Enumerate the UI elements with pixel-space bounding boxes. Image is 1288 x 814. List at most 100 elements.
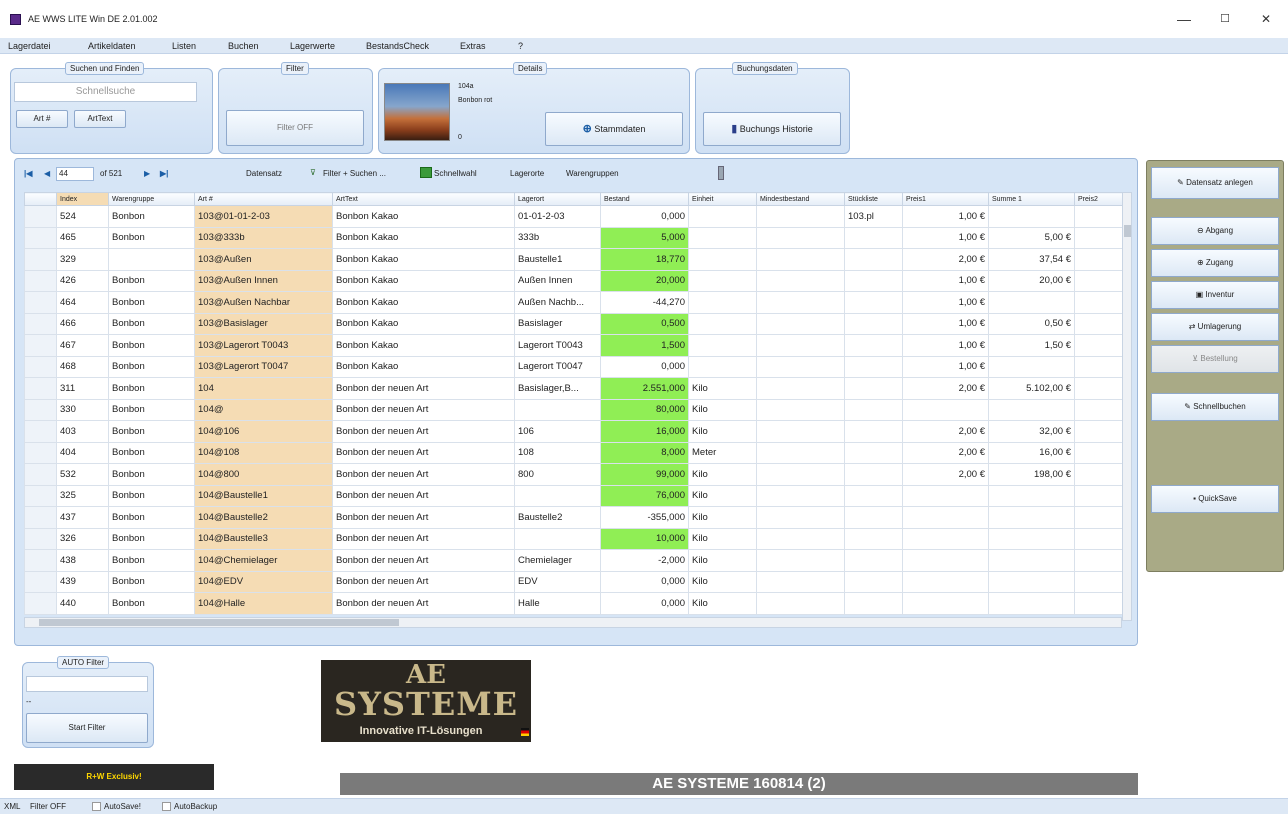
bestellung-button[interactable]: ⊻ Bestellung	[1151, 345, 1279, 373]
table-cell[interactable]	[1074, 398, 1125, 421]
table-cell[interactable]	[1074, 377, 1125, 400]
table-cell[interactable]	[1074, 527, 1125, 550]
table-cell[interactable]: 5,00 €	[988, 226, 1075, 249]
column-header[interactable]: Index	[56, 192, 109, 206]
table-cell[interactable]	[756, 570, 845, 593]
table-cell[interactable]: 103@Basislager	[194, 312, 333, 335]
table-cell[interactable]: Bonbon	[108, 549, 195, 572]
table-cell[interactable]: Kilo	[688, 420, 757, 443]
table-cell[interactable]: Kilo	[688, 592, 757, 615]
table-cell[interactable]	[988, 355, 1075, 378]
table-cell[interactable]: Bonbon Kakao	[332, 248, 515, 271]
table-cell[interactable]: 2,00 €	[902, 463, 989, 486]
row-selector[interactable]	[24, 484, 57, 507]
table-cell[interactable]: Bonbon	[108, 506, 195, 529]
last-record-icon[interactable]: ▶|	[160, 169, 168, 178]
table-cell[interactable]	[688, 205, 757, 228]
table-cell[interactable]: 440	[56, 592, 109, 615]
table-cell[interactable]: Baustelle1	[514, 248, 601, 271]
table-cell[interactable]: 1,00 €	[902, 205, 989, 228]
table-cell[interactable]: 8,000	[600, 441, 689, 464]
table-cell[interactable]: 333b	[514, 226, 601, 249]
table-cell[interactable]: 1,500	[600, 334, 689, 357]
table-cell[interactable]: Meter	[688, 441, 757, 464]
table-cell[interactable]: 465	[56, 226, 109, 249]
column-header[interactable]: Art #	[194, 192, 333, 206]
table-cell[interactable]: Bonbon der neuen Art	[332, 377, 515, 400]
table-cell[interactable]	[756, 355, 845, 378]
table-cell[interactable]	[844, 484, 903, 507]
table-cell[interactable]: 103@Außen Nachbar	[194, 291, 333, 314]
schnellwahl-button[interactable]: Schnellwahl	[434, 169, 477, 178]
table-cell[interactable]: Bonbon Kakao	[332, 312, 515, 335]
table-cell[interactable]: 1,00 €	[902, 291, 989, 314]
table-cell[interactable]: Bonbon Kakao	[332, 291, 515, 314]
table-cell[interactable]: Kilo	[688, 527, 757, 550]
table-cell[interactable]: 524	[56, 205, 109, 228]
vertical-scrollbar[interactable]	[1122, 192, 1132, 621]
table-row[interactable]: 466 Bonbon 103@Basislager Bonbon Kakao Basis…	[24, 312, 1125, 335]
table-cell[interactable]	[988, 205, 1075, 228]
table-cell[interactable]: Basislager	[514, 312, 601, 335]
table-cell[interactable]: 80,000	[600, 398, 689, 421]
table-cell[interactable]	[756, 312, 845, 335]
table-cell[interactable]: 439	[56, 570, 109, 593]
table-cell[interactable]: Außen Innen	[514, 269, 601, 292]
table-cell[interactable]	[756, 205, 845, 228]
table-cell[interactable]: 2,00 €	[902, 248, 989, 271]
vertical-scrollbar-thumb[interactable]	[1124, 225, 1131, 237]
table-cell[interactable]: 104@106	[194, 420, 333, 443]
column-header[interactable]: Mindestbestand	[756, 192, 845, 206]
table-cell[interactable]: EDV	[514, 570, 601, 593]
table-cell[interactable]	[108, 248, 195, 271]
table-cell[interactable]: -2,000	[600, 549, 689, 572]
table-cell[interactable]: -355,000	[600, 506, 689, 529]
table-cell[interactable]	[756, 420, 845, 443]
table-cell[interactable]: 326	[56, 527, 109, 550]
table-cell[interactable]: 104@Chemielager	[194, 549, 333, 572]
column-header[interactable]: ArtText	[332, 192, 515, 206]
table-row[interactable]: 329 103@Außen Bonbon Kakao Baustelle1 18,770…	[24, 248, 1125, 271]
table-cell[interactable]	[1074, 334, 1125, 357]
table-cell[interactable]	[688, 269, 757, 292]
table-cell[interactable]	[844, 398, 903, 421]
table-cell[interactable]	[902, 506, 989, 529]
table-row[interactable]: 439 Bonbon 104@EDV Bonbon der neuen Art EDV 0…	[24, 570, 1125, 593]
table-cell[interactable]	[756, 398, 845, 421]
table-cell[interactable]: 20,000	[600, 269, 689, 292]
table-cell[interactable]: Baustelle2	[514, 506, 601, 529]
table-row[interactable]: 330 Bonbon 104@ Bonbon der neuen Art 80,000 K…	[24, 398, 1125, 421]
table-cell[interactable]: 103@Lagerort T0043	[194, 334, 333, 357]
table-cell[interactable]: 0,000	[600, 355, 689, 378]
abgang-button[interactable]: ⊖ Abgang	[1151, 217, 1279, 245]
table-cell[interactable]: 2,00 €	[902, 420, 989, 443]
menu-help[interactable]: ?	[518, 41, 523, 51]
table-cell[interactable]: Bonbon der neuen Art	[332, 463, 515, 486]
quicksave-button[interactable]: ▪ QuickSave	[1151, 485, 1279, 513]
row-selector[interactable]	[24, 248, 57, 271]
table-cell[interactable]: 104@EDV	[194, 570, 333, 593]
table-cell[interactable]: 1,00 €	[902, 334, 989, 357]
row-selector[interactable]	[24, 527, 57, 550]
table-cell[interactable]	[844, 570, 903, 593]
table-cell[interactable]: 0,500	[600, 312, 689, 335]
row-selector[interactable]	[24, 377, 57, 400]
row-selector[interactable]	[24, 506, 57, 529]
table-cell[interactable]: 104@Baustelle2	[194, 506, 333, 529]
table-cell[interactable]	[844, 506, 903, 529]
table-cell[interactable]: Bonbon	[108, 398, 195, 421]
table-cell[interactable]: Bonbon	[108, 570, 195, 593]
table-cell[interactable]	[756, 248, 845, 271]
table-cell[interactable]	[1074, 484, 1125, 507]
table-cell[interactable]: Bonbon der neuen Art	[332, 441, 515, 464]
table-cell[interactable]: -44,270	[600, 291, 689, 314]
table-cell[interactable]: 103.pl	[844, 205, 903, 228]
table-cell[interactable]: 5,000	[600, 226, 689, 249]
table-cell[interactable]	[756, 484, 845, 507]
table-cell[interactable]: 76,000	[600, 484, 689, 507]
table-cell[interactable]	[514, 527, 601, 550]
table-cell[interactable]	[844, 355, 903, 378]
table-cell[interactable]	[1074, 355, 1125, 378]
table-cell[interactable]	[514, 398, 601, 421]
table-cell[interactable]: 103@333b	[194, 226, 333, 249]
